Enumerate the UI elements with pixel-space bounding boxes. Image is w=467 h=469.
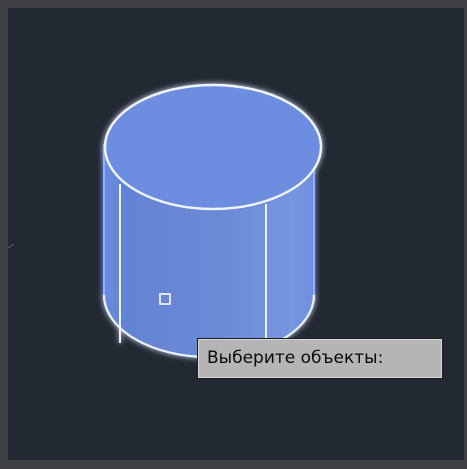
drawing-viewport[interactable]	[8, 8, 464, 460]
cylinder-top-face[interactable]	[103, 83, 323, 211]
tooltip-text: Выберите объекты:	[207, 348, 384, 368]
crosshair-fragment	[8, 243, 15, 249]
model-canvas[interactable]	[8, 8, 464, 460]
cylinder-object[interactable]	[102, 83, 323, 359]
command-prompt-tooltip: Выберите объекты:	[197, 338, 443, 379]
